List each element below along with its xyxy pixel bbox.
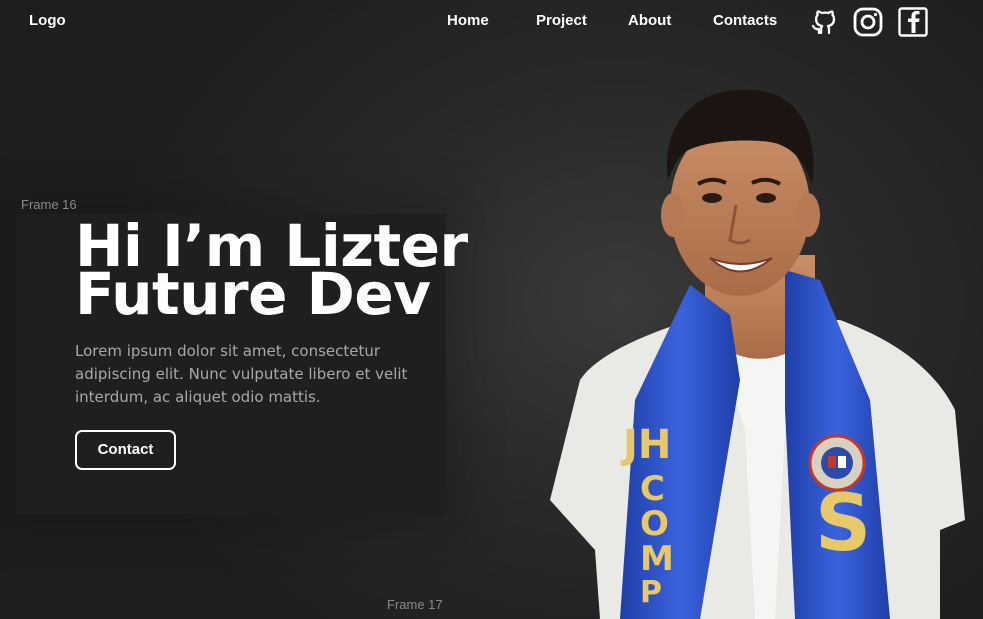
github-icon[interactable] (808, 6, 840, 38)
hero-title-line-2: Future Dev (75, 260, 431, 328)
svg-text:P: P (640, 575, 662, 610)
portrait-photo: JH C O M P S (550, 89, 965, 619)
contact-button[interactable]: Contact (75, 430, 176, 470)
nav-link-home[interactable]: Home (447, 12, 489, 29)
svg-text:JH: JH (620, 422, 671, 468)
logo[interactable]: Logo (29, 12, 66, 29)
frame-17-label: Frame 17 (387, 597, 443, 612)
nav-link-about[interactable]: About (628, 12, 671, 29)
facebook-icon[interactable] (897, 6, 929, 38)
svg-text:S: S (815, 479, 871, 569)
nav-link-contacts[interactable]: Contacts (713, 12, 777, 29)
frame-16-label: Frame 16 (21, 197, 77, 212)
navbar: Logo Home Project About Contacts (0, 0, 983, 44)
hero-description: Lorem ipsum dolor sit amet, consectetur … (75, 342, 408, 406)
nav-link-project[interactable]: Project (536, 12, 587, 29)
instagram-icon[interactable] (852, 6, 884, 38)
svg-text:O: O (640, 504, 669, 544)
hero-title: Hi I’m Lizter Future Dev (75, 217, 468, 328)
svg-text:C: C (640, 469, 665, 509)
svg-text:M: M (640, 539, 674, 579)
